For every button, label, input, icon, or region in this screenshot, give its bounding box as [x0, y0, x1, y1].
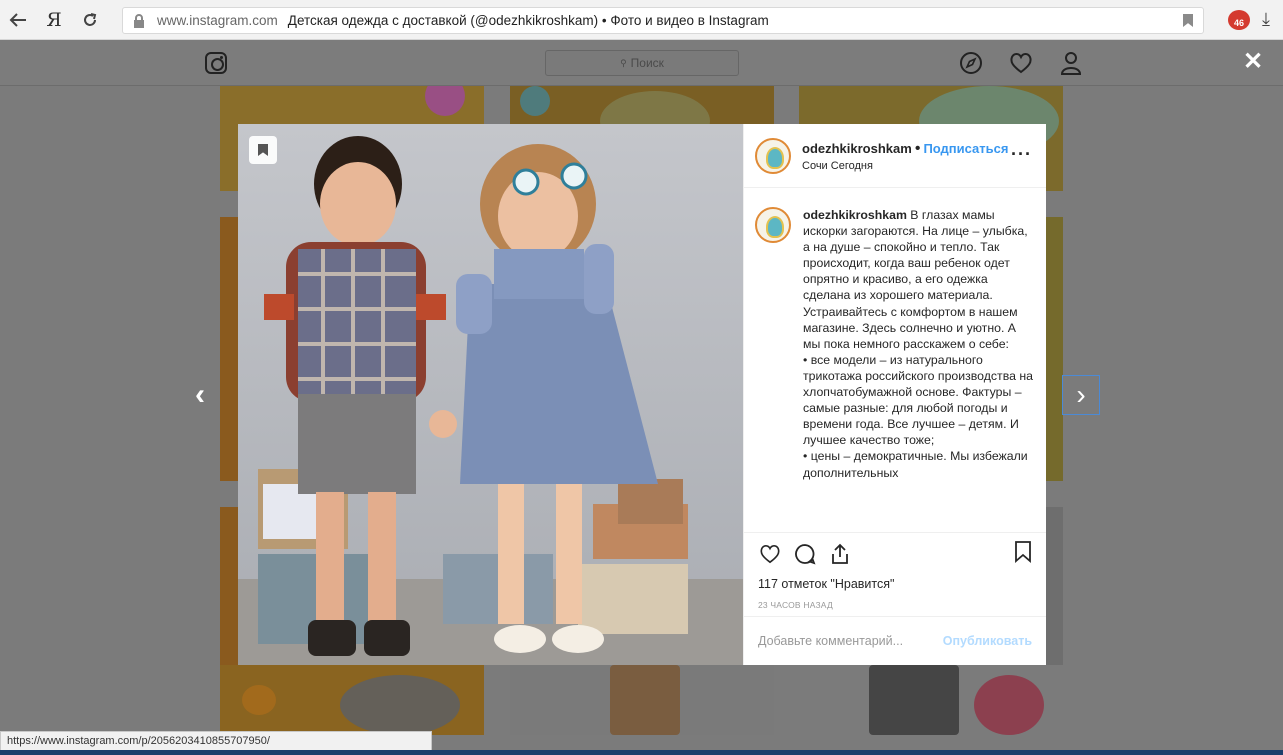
- comment-form: Добавьте комментарий... Опубликовать: [744, 616, 1046, 665]
- address-bar[interactable]: www.instagram.com Детская одежда с доста…: [122, 7, 1204, 34]
- comment-icon[interactable]: [793, 542, 817, 566]
- address-domain: www.instagram.com: [157, 13, 278, 28]
- previous-post-arrow[interactable]: ‹: [195, 378, 205, 412]
- close-icon[interactable]: ✕: [1243, 47, 1263, 76]
- post-timestamp[interactable]: 23 ЧАСОВ НАЗАД: [758, 600, 1032, 610]
- profile-icon[interactable]: [1058, 50, 1084, 76]
- grid-tile[interactable]: [1045, 507, 1063, 667]
- grid-tile[interactable]: [510, 665, 774, 735]
- post-username[interactable]: odezhkikroshkam: [802, 141, 912, 156]
- caption-avatar[interactable]: [755, 207, 791, 243]
- search-icon: ⚲: [620, 57, 627, 68]
- grid-tile[interactable]: [799, 665, 1063, 735]
- post-location[interactable]: Сочи Сегодня: [802, 160, 1008, 172]
- post-image: [238, 124, 743, 665]
- search-input[interactable]: ⚲ Поиск: [545, 50, 739, 76]
- separator-dot: •: [914, 139, 921, 157]
- next-post-arrow[interactable]: ›: [1062, 375, 1100, 415]
- follow-button[interactable]: Подписаться: [923, 141, 1008, 156]
- extension-badge[interactable]: 46: [1228, 10, 1250, 30]
- bookmark-icon: [258, 144, 268, 156]
- caption-username[interactable]: odezhkikroshkam: [803, 208, 907, 222]
- caption-body: В глазах мамы искорки загораются. На лиц…: [803, 208, 1033, 480]
- avatar[interactable]: [755, 137, 791, 174]
- grid-tile[interactable]: [220, 217, 238, 481]
- search-placeholder: Поиск: [630, 56, 664, 70]
- grid-tile[interactable]: [220, 665, 484, 735]
- download-icon[interactable]: ⤓: [1262, 9, 1270, 30]
- status-url: https://www.instagram.com/p/205620341085…: [0, 731, 432, 751]
- post-photo[interactable]: [238, 124, 743, 665]
- heart-icon[interactable]: [1008, 50, 1034, 76]
- reload-icon: [84, 12, 97, 26]
- arrow-left-icon: [9, 12, 26, 27]
- post-actions: 117 отметок "Нравится" 23 ЧАСОВ НАЗАД: [744, 532, 1046, 614]
- instagram-header: ⚲ Поиск: [0, 40, 1283, 86]
- caption-scroll-area[interactable]: odezhkikroshkam В глазах мамы искорки за…: [744, 189, 1046, 531]
- like-heart-icon[interactable]: [758, 542, 782, 566]
- page-title: Детская одежда с доставкой (@odezhkikros…: [287, 13, 769, 28]
- share-icon[interactable]: [828, 542, 852, 566]
- bookmark-icon[interactable]: [1183, 14, 1193, 27]
- browser-toolbar: Я www.instagram.com Детская одежда с дос…: [0, 0, 1283, 40]
- back-button[interactable]: [0, 0, 36, 40]
- comment-input[interactable]: Добавьте комментарий...: [758, 634, 903, 648]
- lock-icon: [131, 13, 147, 29]
- grid-tile[interactable]: [220, 507, 238, 667]
- save-icon[interactable]: [1014, 541, 1032, 568]
- post-sidebar: odezhkikroshkam • Подписаться Сочи Сегодня…: [743, 124, 1046, 665]
- likes-count[interactable]: 117 отметок "Нравится": [758, 577, 1032, 591]
- reload-button[interactable]: [72, 0, 108, 40]
- taskbar: [0, 750, 1283, 755]
- compass-icon[interactable]: [958, 50, 984, 76]
- caption-text: odezhkikroshkam В глазах мамы искорки за…: [803, 207, 1035, 481]
- post-header: odezhkikroshkam • Подписаться Сочи Сегодня…: [744, 124, 1046, 188]
- more-options-icon[interactable]: ···: [1011, 144, 1032, 165]
- publish-button[interactable]: Опубликовать: [943, 634, 1032, 648]
- post-modal: odezhkikroshkam • Подписаться Сочи Сегодня…: [238, 124, 1046, 665]
- grid-tile[interactable]: [1045, 217, 1063, 481]
- instagram-logo-icon[interactable]: [205, 52, 227, 74]
- save-bookmark-button[interactable]: [249, 136, 277, 164]
- yandex-button[interactable]: Я: [36, 0, 72, 40]
